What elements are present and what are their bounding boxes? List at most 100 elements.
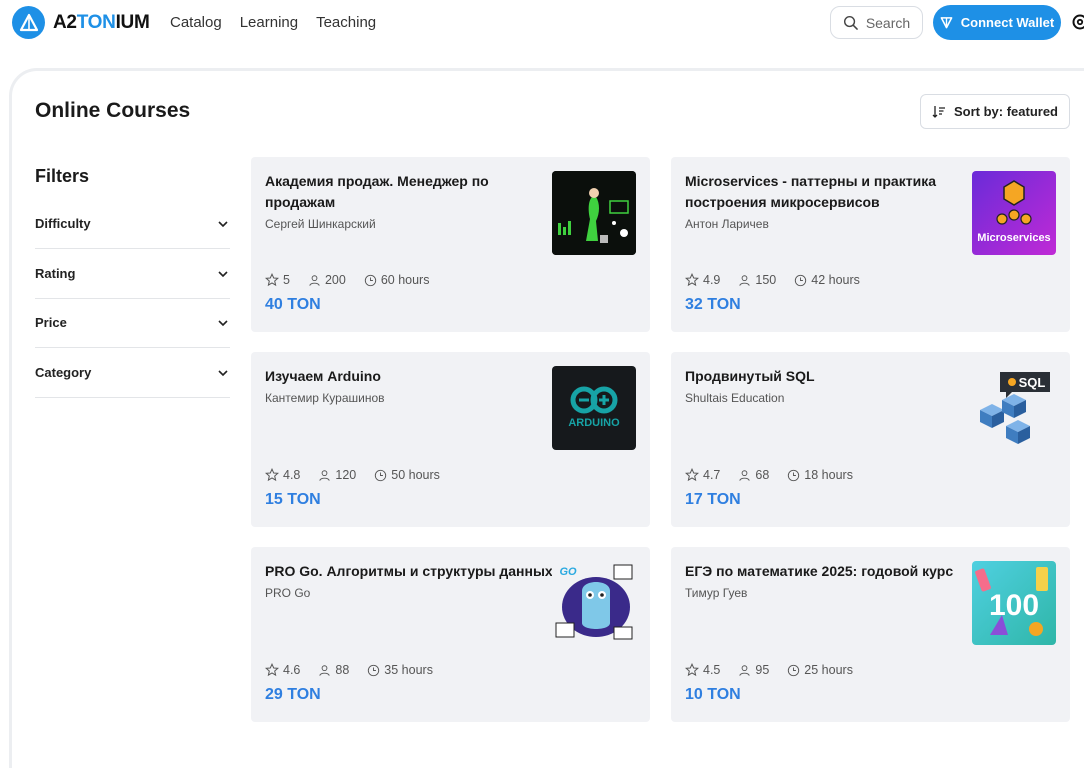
course-thumbnail: ARDUINO xyxy=(552,366,636,450)
course-stats: 4.7 68 18 hours xyxy=(685,468,853,482)
course-duration: 42 hours xyxy=(811,273,860,287)
course-rating: 4.6 xyxy=(283,663,300,677)
chevron-down-icon xyxy=(216,267,230,281)
course-students: 200 xyxy=(325,273,346,287)
course-thumbnail: GO xyxy=(552,561,636,645)
search-icon xyxy=(843,15,858,30)
user-icon xyxy=(308,274,321,287)
course-card[interactable]: Изучаем Arduino Кантемир Курашинов ARDUI… xyxy=(251,352,650,527)
sort-label: Sort by: featured xyxy=(954,104,1058,119)
course-thumbnail xyxy=(552,171,636,255)
course-price: 32 TON xyxy=(685,296,741,314)
filter-price[interactable]: Price xyxy=(35,298,230,348)
course-author: Кантемир Курашинов xyxy=(265,391,385,405)
logo-icon xyxy=(12,6,45,39)
thumbnail-label: ARDUINO xyxy=(568,417,620,429)
course-card[interactable]: ЕГЭ по математике 2025: годовой курс Тим… xyxy=(671,547,1070,722)
course-author: Антон Ларичев xyxy=(685,217,769,231)
course-thumbnail: 100 xyxy=(972,561,1056,645)
course-duration: 60 hours xyxy=(381,273,430,287)
search-button-label: Search xyxy=(866,15,910,31)
thumbnail-label: 100 xyxy=(989,589,1039,622)
search-button[interactable]: Search xyxy=(830,6,923,39)
user-icon xyxy=(738,469,751,482)
course-stats: 5 200 60 hours xyxy=(265,273,429,287)
course-price: 15 TON xyxy=(265,491,321,509)
course-price: 40 TON xyxy=(265,296,321,314)
course-author: PRO Go xyxy=(265,586,310,600)
course-rating: 4.7 xyxy=(703,468,720,482)
clock-icon xyxy=(367,664,380,677)
course-author: Тимур Гуев xyxy=(685,586,747,600)
course-students: 88 xyxy=(335,663,349,677)
course-card[interactable]: Microservices - паттерны и практика пост… xyxy=(671,157,1070,332)
course-thumbnail: SQL xyxy=(972,366,1056,450)
filters-title: Filters xyxy=(35,166,89,187)
clock-icon xyxy=(787,469,800,482)
course-title: Microservices - паттерны и практика пост… xyxy=(685,171,965,213)
nav-teaching[interactable]: Teaching xyxy=(316,14,376,31)
chevron-down-icon xyxy=(216,366,230,380)
user-icon xyxy=(738,664,751,677)
clock-icon xyxy=(364,274,377,287)
clock-icon xyxy=(787,664,800,677)
course-rating: 5 xyxy=(283,273,290,287)
clock-icon xyxy=(374,469,387,482)
course-students: 120 xyxy=(335,468,356,482)
star-icon xyxy=(265,468,279,482)
course-rating: 4.9 xyxy=(703,273,720,287)
filter-label: Price xyxy=(35,315,67,330)
brand-logo[interactable]: A2TONIUM xyxy=(12,6,150,39)
thumbnail-label: GO xyxy=(559,566,577,578)
course-price: 17 TON xyxy=(685,491,741,509)
filter-label: Rating xyxy=(35,266,75,281)
filter-rating[interactable]: Rating xyxy=(35,249,230,299)
course-stats: 4.9 150 42 hours xyxy=(685,273,860,287)
course-rating: 4.5 xyxy=(703,663,720,677)
course-stats: 4.8 120 50 hours xyxy=(265,468,440,482)
user-icon xyxy=(318,469,331,482)
course-title: Изучаем Arduino xyxy=(265,366,545,387)
course-stats: 4.6 88 35 hours xyxy=(265,663,433,677)
course-card[interactable]: PRO Go. Алгоритмы и структуры данных PRO… xyxy=(251,547,650,722)
course-duration: 35 hours xyxy=(384,663,433,677)
course-students: 68 xyxy=(755,468,769,482)
course-title: PRO Go. Алгоритмы и структуры данных xyxy=(265,561,555,582)
course-card[interactable]: Академия продаж. Менеджер по продажам Се… xyxy=(251,157,650,332)
course-title: ЕГЭ по математике 2025: годовой курс xyxy=(685,561,975,582)
filter-label: Category xyxy=(35,365,91,380)
brand-name: A2TONIUM xyxy=(53,12,150,34)
star-icon xyxy=(265,273,279,287)
star-icon xyxy=(685,468,699,482)
chevron-down-icon xyxy=(216,316,230,330)
course-thumbnail: Microservices xyxy=(972,171,1056,255)
star-icon xyxy=(685,273,699,287)
filter-label: Difficulty xyxy=(35,216,91,231)
course-card[interactable]: Продвинутый SQL Shultais Education SQL 4… xyxy=(671,352,1070,527)
star-icon xyxy=(265,663,279,677)
connect-wallet-button[interactable]: Connect Wallet xyxy=(933,5,1061,40)
clock-icon xyxy=(794,274,807,287)
nav-catalog[interactable]: Catalog xyxy=(170,14,222,31)
thumbnail-label: SQL xyxy=(1019,375,1046,390)
course-stats: 4.5 95 25 hours xyxy=(685,663,853,677)
sort-icon xyxy=(932,105,946,119)
connect-wallet-label: Connect Wallet xyxy=(961,15,1054,30)
settings-icon[interactable] xyxy=(1070,12,1084,32)
filter-difficulty[interactable]: Difficulty xyxy=(35,199,230,249)
course-students: 150 xyxy=(755,273,776,287)
course-duration: 18 hours xyxy=(804,468,853,482)
star-icon xyxy=(685,663,699,677)
course-duration: 25 hours xyxy=(804,663,853,677)
chevron-down-icon xyxy=(216,217,230,231)
nav-learning[interactable]: Learning xyxy=(240,14,298,31)
course-author: Shultais Education xyxy=(685,391,784,405)
course-students: 95 xyxy=(755,663,769,677)
page-title: Online Courses xyxy=(35,99,190,123)
top-navigation: A2TONIUM Catalog Learning Teaching Searc… xyxy=(0,0,1084,44)
sort-button[interactable]: Sort by: featured xyxy=(920,94,1070,129)
course-price: 29 TON xyxy=(265,686,321,704)
course-title: Продвинутый SQL xyxy=(685,366,965,387)
ton-icon xyxy=(940,16,953,29)
filter-category[interactable]: Category xyxy=(35,348,230,398)
